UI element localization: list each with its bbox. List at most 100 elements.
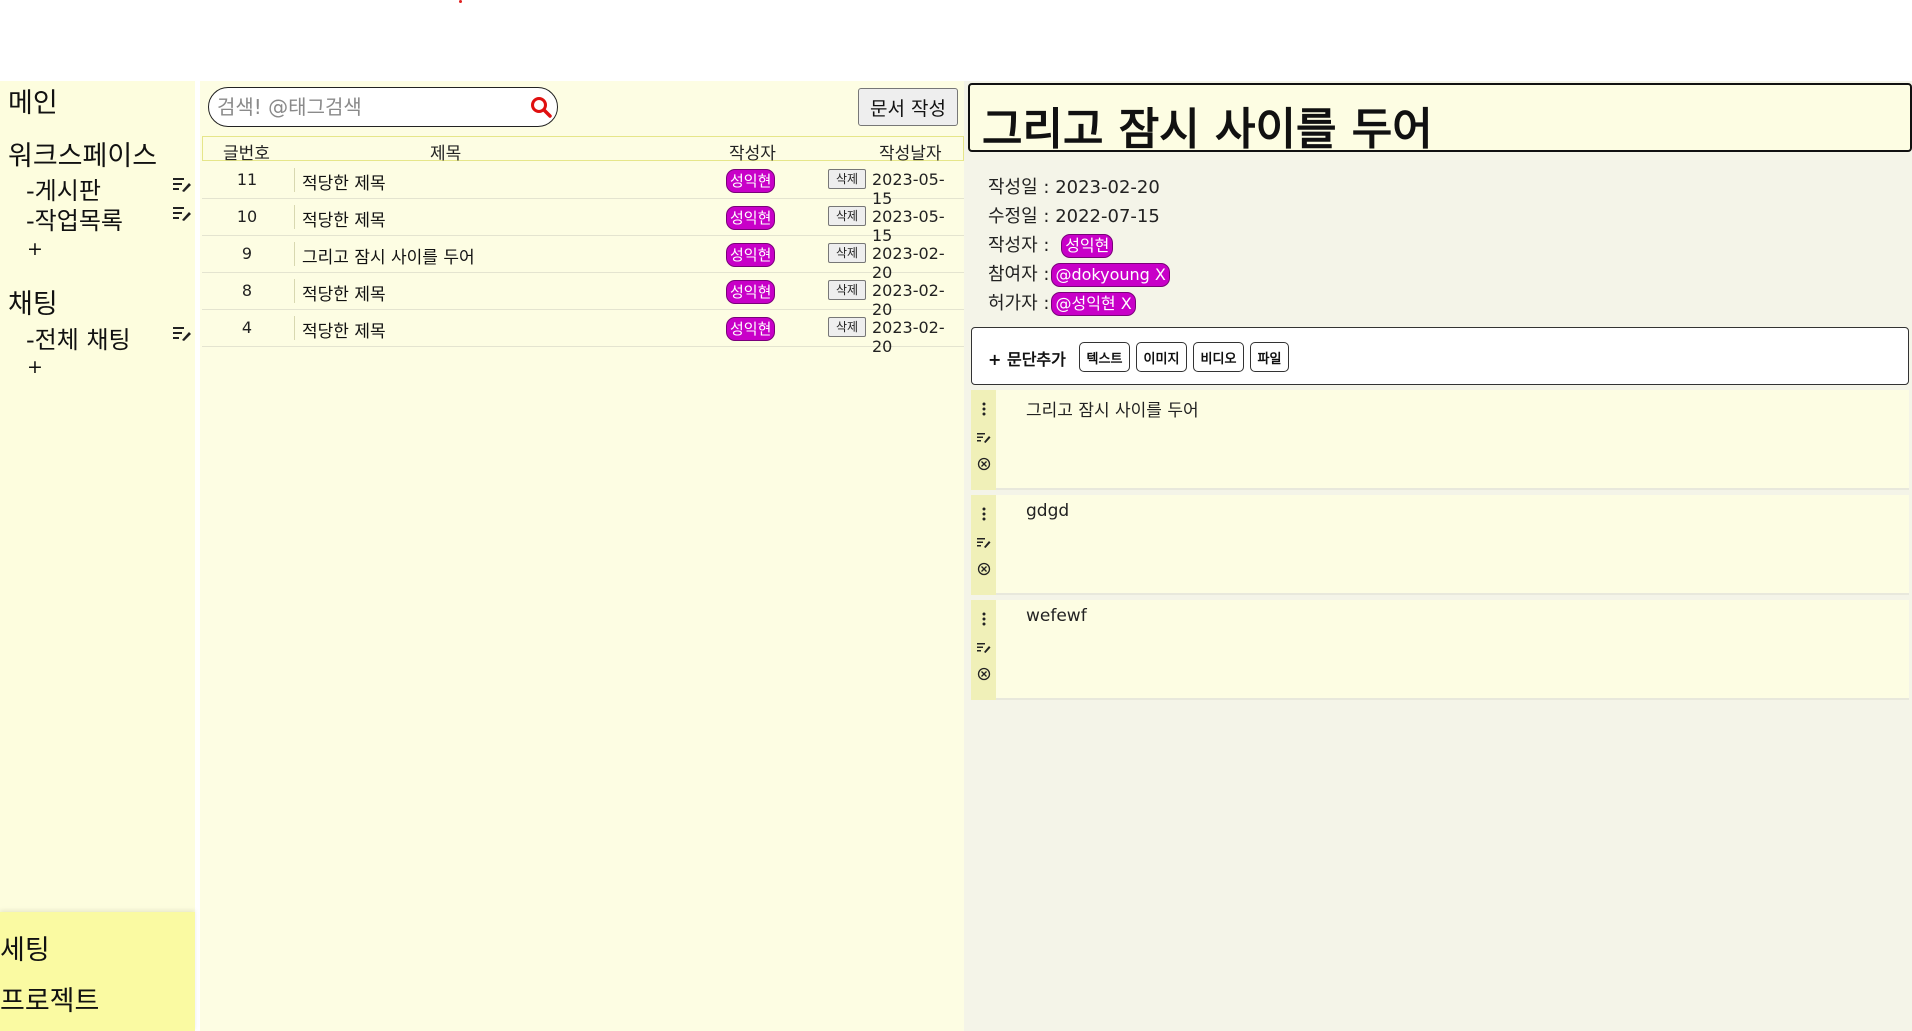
author-badge[interactable]: 성익현 bbox=[1061, 234, 1114, 258]
workspace-add-button[interactable]: + bbox=[27, 238, 43, 260]
add-video-button[interactable]: 비디오 bbox=[1193, 342, 1244, 372]
col-author: 작성자 bbox=[729, 144, 776, 164]
meta-participants-label: 참여자 : bbox=[988, 264, 1050, 285]
write-document-button[interactable]: 문서 작성 bbox=[858, 88, 958, 126]
row-author: 성익현 bbox=[726, 317, 776, 341]
paragraph-text[interactable]: gdgd bbox=[1026, 501, 1069, 521]
search-icon[interactable] bbox=[530, 96, 552, 118]
add-text-button[interactable]: 텍스트 bbox=[1079, 342, 1130, 372]
document-detail-panel: 그리고 잠시 사이를 두어 작성일 : 2023-02-20 수정일 : 202… bbox=[964, 81, 1912, 1031]
meta-participants: 참여자 : @dokyoung X bbox=[988, 260, 1170, 287]
close-circle-icon[interactable] bbox=[977, 562, 991, 576]
row-num: 11 bbox=[236, 170, 258, 189]
row-author: 성익현 bbox=[726, 206, 776, 230]
delete-button[interactable]: 삭제 bbox=[828, 243, 866, 263]
table-row[interactable]: 8 적당한 제목 성익현 삭제 2023-02-20 bbox=[202, 273, 964, 319]
row-title[interactable]: 그리고 잠시 사이를 두어 bbox=[302, 243, 475, 268]
author-badge[interactable]: 성익현 bbox=[726, 206, 776, 230]
participant-tag[interactable]: @dokyoung X bbox=[1051, 263, 1170, 287]
row-title[interactable]: 적당한 제목 bbox=[302, 317, 386, 342]
sidebar-item-tasks[interactable]: -작업목록 bbox=[26, 201, 123, 236]
meta-permitted: 허가자 : @성익현 X bbox=[988, 289, 1136, 316]
row-divider bbox=[294, 168, 295, 192]
delete-button[interactable]: 삭제 bbox=[828, 280, 866, 300]
edit-icon[interactable] bbox=[172, 323, 192, 343]
more-vertical-icon[interactable] bbox=[977, 507, 991, 521]
chat-add-button[interactable]: + bbox=[27, 356, 43, 378]
sidebar: 메인 워크스페이스 -게시판 -작업목록 + 채팅 -전체 채팅 + 세팅 프로… bbox=[0, 81, 195, 1031]
document-title[interactable]: 그리고 잠시 사이를 두어 bbox=[968, 83, 1912, 155]
document-list-panel: 문서 작성 글번호 제목 작성자 작성날자 11 적당한 제목 성익현 삭제 2… bbox=[200, 81, 964, 1031]
meta-modified: 수정일 : 2022-07-15 bbox=[988, 202, 1160, 228]
col-title: 제목 bbox=[430, 144, 462, 164]
add-image-button[interactable]: 이미지 bbox=[1136, 342, 1187, 372]
meta-author: 작성자 : 성익현 bbox=[988, 231, 1114, 258]
row-author: 성익현 bbox=[726, 243, 776, 267]
row-divider bbox=[294, 242, 295, 266]
author-badge[interactable]: 성익현 bbox=[726, 169, 776, 193]
row-title[interactable]: 적당한 제목 bbox=[302, 206, 386, 231]
search-input[interactable] bbox=[217, 92, 517, 122]
edit-icon[interactable] bbox=[172, 174, 192, 194]
col-num: 글번호 bbox=[223, 144, 270, 164]
top-marker bbox=[459, 0, 462, 3]
paragraph-text[interactable]: wefewf bbox=[1026, 606, 1087, 626]
app-root: 메인 워크스페이스 -게시판 -작업목록 + 채팅 -전체 채팅 + 세팅 프로… bbox=[0, 0, 1912, 1031]
paragraph-block: gdgd bbox=[971, 495, 1909, 595]
row-num: 4 bbox=[241, 318, 253, 337]
col-date: 작성날자 bbox=[879, 144, 942, 164]
row-author: 성익현 bbox=[726, 169, 776, 193]
sidebar-main[interactable]: 메인 bbox=[8, 81, 58, 120]
meta-modified-label: 수정일 : bbox=[988, 206, 1056, 227]
paragraph-block: 그리고 잠시 사이를 두어 bbox=[971, 390, 1909, 490]
add-paragraph-label: + 문단추가 bbox=[988, 350, 1066, 369]
paragraph-handle bbox=[971, 600, 996, 700]
row-title[interactable]: 적당한 제목 bbox=[302, 280, 386, 305]
edit-icon[interactable] bbox=[977, 640, 991, 654]
more-vertical-icon[interactable] bbox=[977, 402, 991, 416]
search-box bbox=[208, 87, 558, 127]
sidebar-project[interactable]: 프로젝트 bbox=[0, 979, 99, 1018]
edit-icon[interactable] bbox=[977, 430, 991, 444]
meta-modified-value: 2022-07-15 bbox=[1055, 206, 1160, 227]
sidebar-item-all-chat[interactable]: -전체 채팅 bbox=[26, 320, 131, 355]
paragraph-text[interactable]: 그리고 잠시 사이를 두어 bbox=[1026, 396, 1199, 421]
table-header: 글번호 제목 작성자 작성날자 bbox=[202, 136, 964, 164]
add-file-button[interactable]: 파일 bbox=[1250, 342, 1289, 372]
edit-icon[interactable] bbox=[172, 203, 192, 223]
table-row[interactable]: 9 그리고 잠시 사이를 두어 성익현 삭제 2023-02-20 bbox=[202, 236, 964, 282]
sidebar-bottom: 세팅 프로젝트 bbox=[0, 912, 195, 1031]
meta-created-value: 2023-02-20 bbox=[1055, 177, 1160, 198]
meta-permitted-label: 허가자 : bbox=[988, 293, 1050, 314]
table-row[interactable]: 11 적당한 제목 성익현 삭제 2023-05-15 bbox=[202, 162, 964, 208]
meta-created-label: 작성일 : bbox=[988, 177, 1056, 198]
row-num: 8 bbox=[241, 281, 253, 300]
row-author: 성익현 bbox=[726, 280, 776, 304]
author-badge[interactable]: 성익현 bbox=[726, 280, 776, 304]
meta-created: 작성일 : 2023-02-20 bbox=[988, 173, 1160, 199]
row-divider bbox=[294, 205, 295, 229]
paragraph-add-bar: + 문단추가 텍스트 이미지 비디오 파일 bbox=[971, 327, 1909, 385]
permitted-tag[interactable]: @성익현 X bbox=[1051, 292, 1136, 316]
row-num: 9 bbox=[241, 244, 253, 263]
sidebar-settings[interactable]: 세팅 bbox=[0, 928, 50, 967]
delete-button[interactable]: 삭제 bbox=[828, 317, 866, 337]
row-num: 10 bbox=[236, 207, 258, 226]
delete-button[interactable]: 삭제 bbox=[828, 169, 866, 189]
author-badge[interactable]: 성익현 bbox=[726, 317, 776, 341]
sidebar-workspace[interactable]: 워크스페이스 bbox=[8, 134, 157, 173]
delete-button[interactable]: 삭제 bbox=[828, 206, 866, 226]
close-circle-icon[interactable] bbox=[977, 667, 991, 681]
table-row[interactable]: 10 적당한 제목 성익현 삭제 2023-05-15 bbox=[202, 199, 964, 245]
sidebar-chat[interactable]: 채팅 bbox=[8, 282, 58, 321]
meta-author-label: 작성자 : bbox=[988, 235, 1056, 256]
row-date: 2023-02-20 bbox=[872, 318, 945, 356]
edit-icon[interactable] bbox=[977, 535, 991, 549]
paragraph-handle bbox=[971, 495, 996, 595]
author-badge[interactable]: 성익현 bbox=[726, 243, 776, 267]
row-title[interactable]: 적당한 제목 bbox=[302, 169, 386, 194]
table-row[interactable]: 4 적당한 제목 성익현 삭제 2023-02-20 bbox=[202, 310, 964, 356]
row-divider bbox=[294, 279, 295, 303]
more-vertical-icon[interactable] bbox=[977, 612, 991, 626]
close-circle-icon[interactable] bbox=[977, 457, 991, 471]
